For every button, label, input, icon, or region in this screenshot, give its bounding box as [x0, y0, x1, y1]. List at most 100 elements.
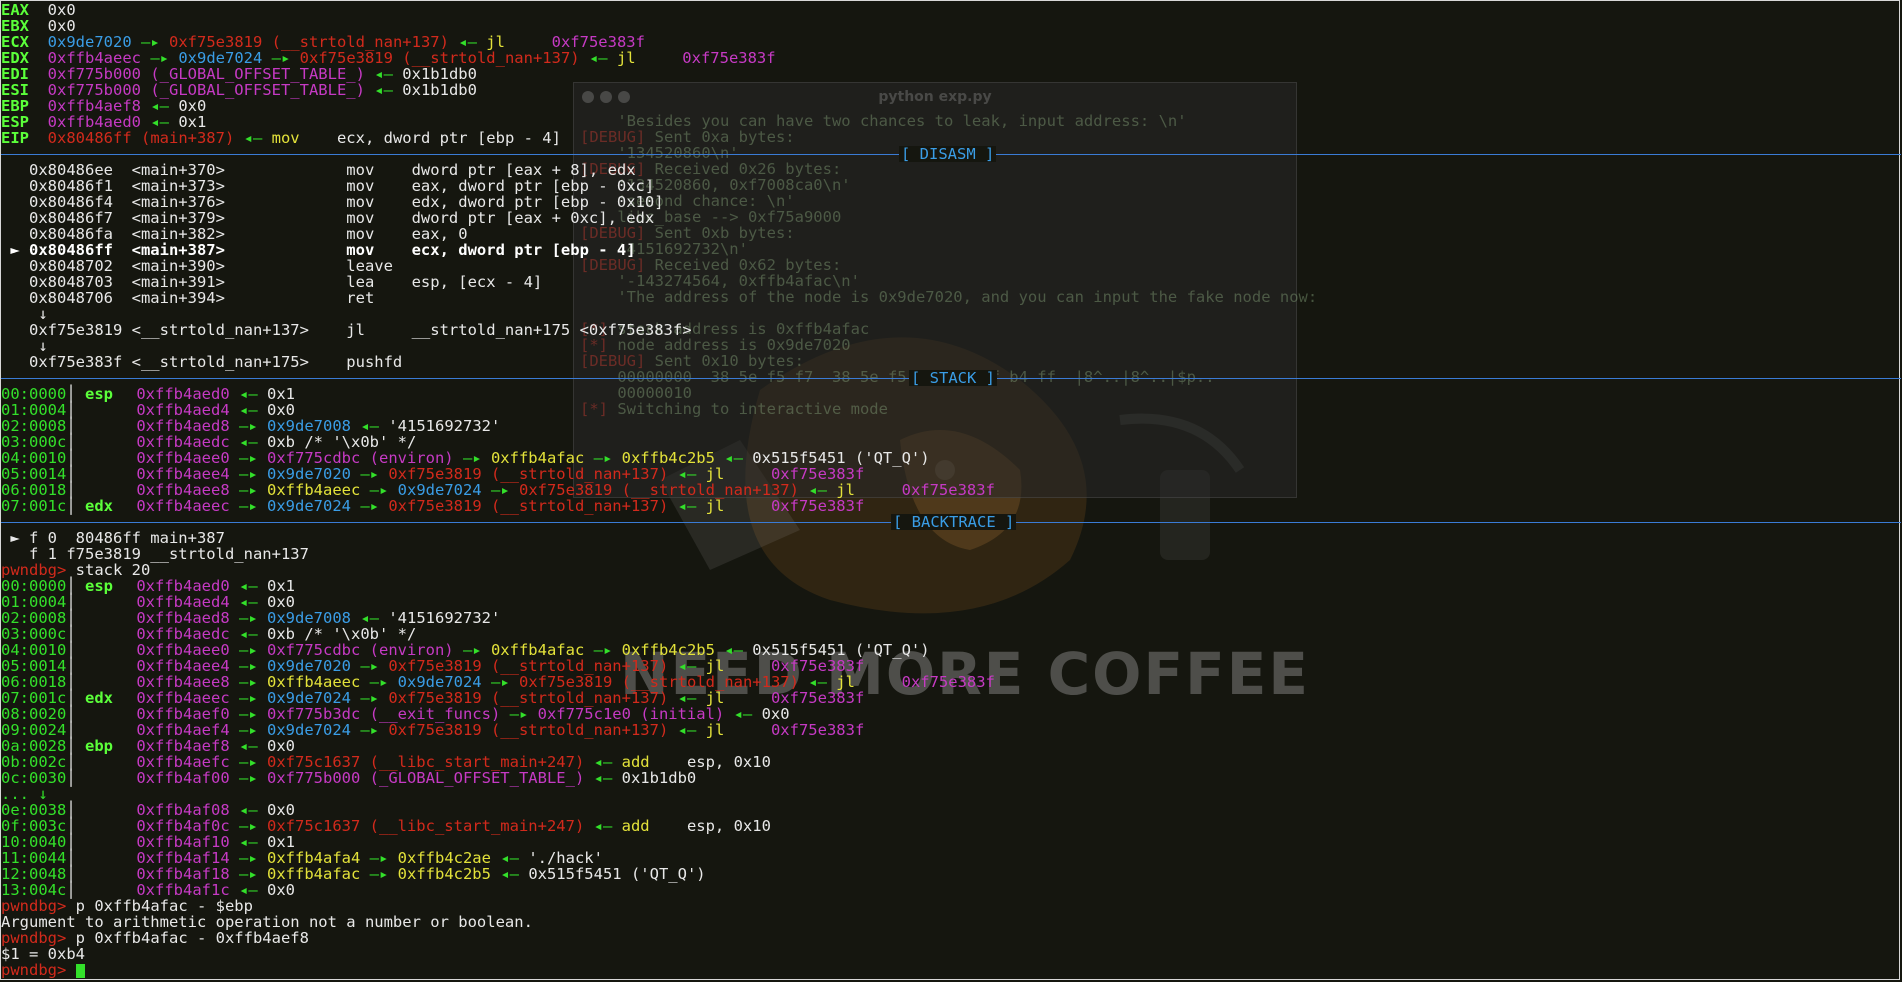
disasm-line: 0x8048702 <main+390> leave: [1, 258, 393, 274]
stack-row: 05:0014│ 0xffb4aee4 —▸ 0x9de7020 —▸ 0xf7…: [1, 657, 865, 675]
stack-row: 07:001c│ edx 0xffb4aeec —▸ 0x9de7024 —▸ …: [1, 689, 865, 707]
register-row: EIP 0x80486ff (main+387) ◂— mov ecx, dwo…: [1, 130, 561, 146]
value-segment: ◂—: [668, 497, 706, 515]
result-output: $1 = 0xb4: [1, 946, 85, 962]
value-segment: 0xf75c1637 (__libc_start_main+247): [267, 817, 585, 835]
command-line: pwndbg> p 0xffb4afac - $ebp: [1, 898, 253, 914]
disasm-current-line: ► 0x80486ff <main+387> mov ecx, dword pt…: [1, 242, 635, 258]
stack-offset: 07:001c: [1, 497, 67, 515]
register-row: EBX 0x0: [1, 18, 76, 34]
register-row: EBP 0xffb4aef8 ◂— 0x0: [1, 98, 206, 114]
disasm-text: 0xf75e3819 <__strtold_nan+137> jl __strt…: [1, 321, 692, 339]
stack-row: 03:000c│ 0xffb4aedc ◂— 0xb /* '\x0b' */: [1, 625, 417, 643]
value-segment: ◂—: [234, 129, 272, 147]
value-segment: —▸: [229, 769, 267, 787]
value-segment: 0xf75e383f: [770, 721, 865, 739]
value-segment: 0xffb4aeec: [136, 497, 230, 515]
value-segment: 0x1b1db0: [402, 81, 477, 99]
command-line: pwndbg> p 0xffb4afac - 0xffb4aef8: [1, 930, 309, 946]
value-segment: jl: [705, 721, 771, 739]
stack-row: 09:0024│ 0xffb4aef4 —▸ 0x9de7024 —▸ 0xf7…: [1, 721, 865, 739]
exploit-log-line: [DEBUG] Sent 0xb bytes:: [580, 225, 795, 241]
value-segment: esp, 0x10: [686, 817, 771, 835]
value-segment: ◂—: [579, 49, 617, 67]
stack-row: 04:0010│ 0xffb4aee0 —▸ 0xf775cdbc (envir…: [1, 449, 930, 467]
value-segment: 0xf75e3819 (__strtold_nan+137): [388, 721, 669, 739]
stack-row: 05:0014│ 0xffb4aee4 —▸ 0x9de7020 —▸ 0xf7…: [1, 465, 865, 483]
disasm-line: 0x80486ee <main+370> mov dword ptr [eax …: [1, 162, 636, 178]
stack-register: esp: [85, 385, 113, 403]
exploit-log-line: 'Besides you can have two chances to lea…: [580, 113, 1186, 129]
stack-row: 06:0018│ 0xffb4aee8 —▸ 0xffb4aeec —▸ 0x9…: [1, 673, 995, 691]
stack-row: 0e:0038│ 0xffb4af08 ◂— 0x0: [1, 801, 295, 819]
cursor[interactable]: [75, 963, 85, 978]
value-segment: ◂—: [668, 721, 706, 739]
value-segment: mov: [271, 129, 337, 147]
value-segment: —▸: [351, 721, 389, 739]
value-segment: —▸: [360, 865, 398, 883]
backtrace-frame: f 1 f75e3819 __strtold_nan+137: [1, 546, 309, 562]
stack-row: 00:0000│ esp 0xffb4aed0 ◂— 0x1: [1, 577, 295, 595]
register-row: EAX 0x0: [1, 2, 76, 18]
value-segment: ◂—: [584, 817, 622, 835]
stack-row: 01:0004│ 0xffb4aed4 ◂— 0x0: [1, 593, 295, 611]
backtrace-section-label: [ BACKTRACE ]: [891, 513, 1017, 531]
value-segment: 0xf75e383f: [682, 49, 776, 67]
register-row: EDI 0xf775b000 (_GLOBAL_OFFSET_TABLE_) ◂…: [1, 66, 477, 82]
stack-register: edx: [85, 497, 113, 515]
value-segment: jl: [705, 497, 771, 515]
stack-row: 00:0000│ esp 0xffb4aed0 ◂— 0x1: [1, 385, 295, 403]
stack-row: 03:000c│ 0xffb4aedc ◂— 0xb /* '\x0b' */: [1, 433, 417, 451]
register-row: ECX 0x9de7020 —▸ 0xf75e3819 (__strtold_n…: [1, 34, 645, 50]
exploit-log-line: '134520860\n': [580, 145, 738, 161]
stack-row: 02:0008│ 0xffb4aed8 —▸ 0x9de7008 ◂— '415…: [1, 417, 501, 435]
value-segment: —▸: [351, 497, 389, 515]
stack-row: ... ↓: [1, 786, 48, 802]
backtrace-frame: ► f 0 80486ff main+387: [1, 530, 225, 546]
value-segment: ◂—: [490, 865, 529, 883]
value-segment: 0xf75e3819 (__strtold_nan+137): [388, 497, 669, 515]
exploit-log-line: [DEBUG] Received 0x62 bytes:: [580, 257, 841, 273]
register-row: ESP 0xffb4aed0 ◂— 0x1: [1, 114, 206, 130]
value-segment: 0x515f5451 ('QT_Q'): [528, 865, 706, 883]
command-text: p 0xffb4afac - 0xffb4aef8: [75, 929, 309, 947]
stack-register: edx: [85, 689, 113, 707]
exploit-log-line: [*] Switching to interactive mode: [580, 401, 888, 417]
value-segment: ◂—: [364, 81, 403, 99]
stack-row: 11:0044│ 0xffb4af14 —▸ 0xffb4afa4 —▸ 0xf…: [1, 849, 603, 867]
disasm-line: ↓: [1, 338, 47, 354]
value-segment: 0x80486ff (main+387): [47, 129, 235, 147]
value-segment: jl: [616, 49, 683, 67]
log-tag: [*]: [580, 400, 608, 418]
stack-row: 06:0018│ 0xffb4aee8 —▸ 0xffb4aeec —▸ 0x9…: [1, 481, 995, 499]
stack-section-label: [ STACK ]: [909, 369, 997, 387]
value-segment: 0xffb4af00: [136, 769, 230, 787]
register-row: EDX 0xffb4aeec —▸ 0x9de7024 —▸ 0xf75e381…: [1, 50, 776, 66]
stack-row: 04:0010│ 0xffb4aee0 —▸ 0xf775cdbc (envir…: [1, 641, 930, 659]
stack-row: 02:0008│ 0xffb4aed8 —▸ 0x9de7008 ◂— '415…: [1, 609, 501, 627]
disasm-line: 0x80486fa <main+382> mov eax, 0: [1, 226, 468, 242]
exploit-log-line: [DEBUG] Sent 0x10 bytes:: [580, 353, 804, 369]
register-name: EIP: [1, 129, 29, 147]
stack-row: 0b:002c│ 0xffb4aefc —▸ 0xf75c1637 (__lib…: [1, 753, 771, 771]
stack-row: 13:004c│ 0xffb4af1c ◂— 0x0: [1, 881, 295, 899]
input-line[interactable]: pwndbg>: [1, 962, 85, 978]
error-output: Argument to arithmetic operation not a n…: [1, 914, 533, 930]
value-segment: 0xf75e383f: [901, 481, 995, 499]
stack-row: 10:0040│ 0xffb4af10 ◂— 0x1: [1, 833, 295, 851]
log-text: Switching to interactive mode: [608, 400, 888, 418]
stack-row: 12:0048│ 0xffb4af18 —▸ 0xffb4afac —▸ 0xf…: [1, 865, 706, 883]
exploit-log-line: [DEBUG] Sent 0xa bytes:: [580, 129, 795, 145]
disasm-line: 0x80486f4 <main+376> mov edx, dword ptr …: [1, 194, 664, 210]
stack-register: ebp: [85, 737, 113, 755]
stack-row: 08:0020│ 0xffb4aef0 —▸ 0xf775b3dc (__exi…: [1, 705, 790, 723]
pwndbg-prompt: pwndbg>: [1, 961, 67, 979]
value-segment: 0xf775b000 (_GLOBAL_OFFSET_TABLE_): [267, 769, 585, 787]
disasm-text: 0xf75e383f <__strtold_nan+175> pushfd: [1, 353, 403, 371]
disasm-line: ↓: [1, 306, 47, 322]
stack-row: 0c:0030│ 0xffb4af00 —▸ 0xf775b000 (_GLOB…: [1, 769, 697, 787]
value-segment: add: [621, 817, 687, 835]
command-line: pwndbg> stack 20: [1, 562, 150, 578]
register-row: ESI 0xf775b000 (_GLOBAL_OFFSET_TABLE_) ◂…: [1, 82, 477, 98]
window-title: python exp.py: [878, 89, 992, 105]
